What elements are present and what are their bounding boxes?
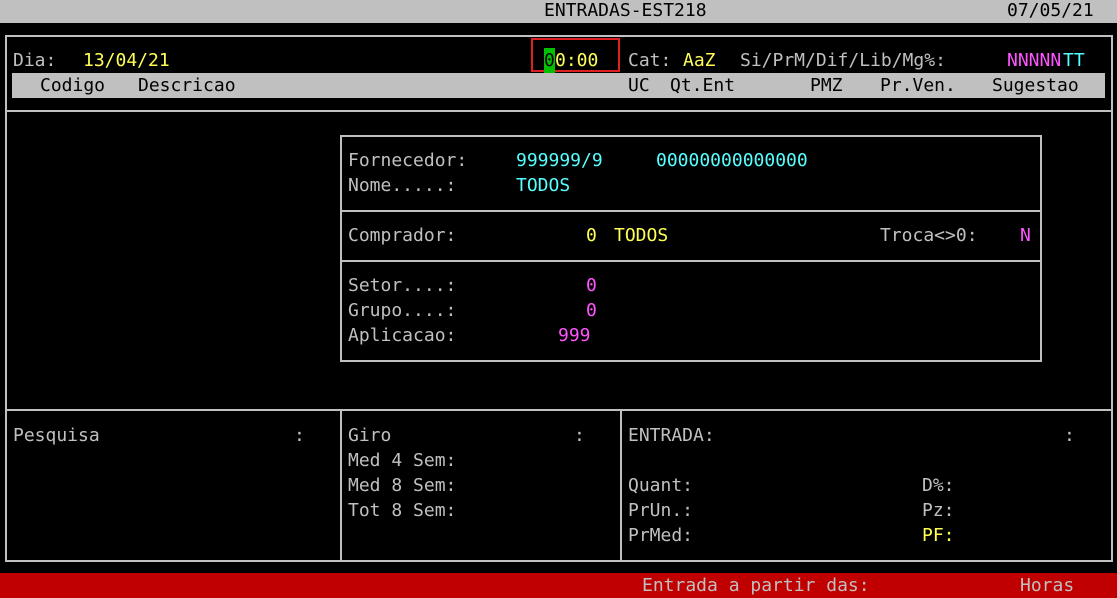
d-pct-label: D%: (922, 475, 955, 496)
col-codigo: Codigo (40, 75, 106, 96)
pesquisa-label: Pesquisa (13, 425, 100, 446)
pesquisa-colon: : (294, 425, 305, 446)
col-descricao: Descricao (138, 75, 236, 96)
pz-label: Pz: (922, 500, 955, 521)
status-prompt: Entrada a partir das: (642, 575, 870, 596)
dia-label: Dia: (13, 50, 57, 71)
med4-label: Med 4 Sem: (348, 450, 457, 471)
col-pr-ven: Pr.Ven. (880, 75, 956, 96)
window-title: ENTRADAS-EST218 (544, 0, 707, 21)
bottom-col-divider-1 (340, 409, 342, 562)
header-divider (5, 110, 1113, 112)
giro-label: Giro (348, 425, 392, 446)
comprador-label: Comprador: (348, 225, 457, 246)
fornecedor-code-field[interactable]: 999999/9 (516, 148, 603, 173)
comprador-name: TODOS (614, 225, 669, 246)
flags-label: Si/PrM/Dif/Lib/Mg%: (740, 50, 946, 71)
giro-colon: : (574, 425, 585, 446)
flags-values-cyan: TT (1063, 50, 1085, 71)
troca-field[interactable]: N (1020, 223, 1031, 248)
cat-value: AaZ (683, 50, 716, 71)
title-bar: ENTRADAS-EST218 07/05/21 (0, 0, 1117, 23)
prmed-label: PrMed: (628, 525, 694, 546)
setor-field[interactable]: 0 (586, 273, 597, 298)
flags-values-magenta: NNNNN (1007, 50, 1062, 71)
grupo-field[interactable]: 0 (586, 298, 597, 323)
comprador-code-field[interactable]: 0 (586, 223, 597, 248)
nome-value: TODOS (516, 175, 571, 196)
grupo-label: Grupo....: (348, 300, 457, 321)
fornecedor-doc-field[interactable]: 00000000000000 (656, 148, 808, 173)
bottom-divider (5, 409, 1113, 411)
pf-label: PF: (922, 525, 955, 546)
setor-label: Setor....: (348, 275, 457, 296)
column-header-bar: Codigo Descricao UC Qt.Ent PMZ Pr.Ven. S… (12, 73, 1105, 98)
col-uc: UC (628, 75, 650, 96)
tot8-label: Tot 8 Sem: (348, 500, 457, 521)
time-input-cursor[interactable]: 0 (544, 48, 555, 73)
dialog-divider-1 (340, 210, 1042, 212)
aplicacao-field[interactable]: 999 (558, 323, 591, 348)
nome-label: Nome.....: (348, 175, 457, 196)
entrada-colon: : (1064, 425, 1075, 446)
dia-value[interactable]: 13/04/21 (83, 48, 170, 73)
aplicacao-label: Aplicacao: (348, 325, 457, 346)
quant-label: Quant: (628, 475, 694, 496)
col-sugestao: Sugestao (992, 75, 1079, 96)
med8-label: Med 8 Sem: (348, 475, 457, 496)
col-pmz: PMZ (810, 75, 843, 96)
cat-label: Cat: (628, 50, 672, 71)
bottom-col-divider-2 (620, 409, 622, 562)
entrada-label: ENTRADA: (628, 425, 715, 446)
time-input[interactable]: 0:00 (555, 48, 598, 73)
dialog-divider-2 (340, 260, 1042, 262)
fornecedor-label: Fornecedor: (348, 150, 468, 171)
status-bar: Entrada a partir das: Horas (0, 573, 1117, 598)
troca-label: Troca<>0: (880, 225, 978, 246)
prun-label: PrUn.: (628, 500, 694, 521)
col-qt-ent: Qt.Ent (670, 75, 736, 96)
status-unit: Horas (1020, 575, 1075, 596)
system-date: 07/05/21 (1007, 0, 1094, 21)
